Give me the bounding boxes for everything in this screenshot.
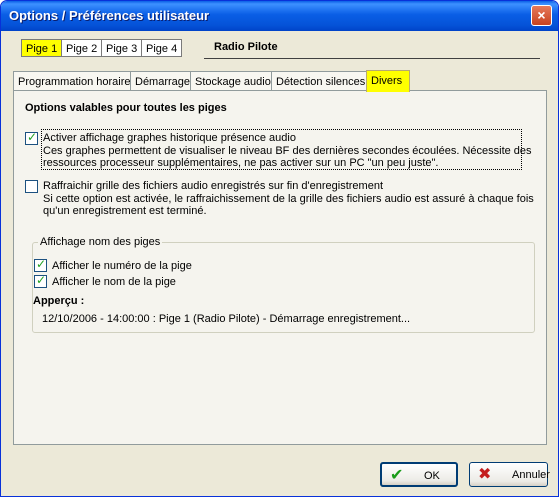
pige-name-underline xyxy=(204,58,540,59)
selected-pige-name: Radio Pilote xyxy=(214,41,278,53)
refresh-grid-desc-line1: Si cette option est activée, le raffraic… xyxy=(43,193,534,205)
close-button[interactable]: × xyxy=(531,5,552,26)
cross-icon: ✖ xyxy=(478,466,492,483)
history-graph-checkbox[interactable]: ✓ xyxy=(25,130,38,145)
group-title: Affichage nom des piges xyxy=(38,236,163,248)
show-pige-number-checkbox[interactable]: ✓ xyxy=(34,257,47,272)
history-graph-desc-line1: Ces graphes permettent de visualiser le … xyxy=(43,145,532,157)
checkmark-icon: ✓ xyxy=(36,273,47,287)
cancel-button[interactable]: ✖ Annuler xyxy=(469,462,550,487)
history-graph-label: Activer affichage graphes historique pré… xyxy=(43,132,296,144)
tab-programmation-horaire[interactable]: Programmation horaire xyxy=(13,71,131,91)
title-bar[interactable]: Options / Préférences utilisateur × xyxy=(1,1,558,31)
window-title: Options / Préférences utilisateur xyxy=(9,8,210,23)
tab-demarrage[interactable]: Démarrage xyxy=(130,71,191,91)
tab-divers[interactable]: Divers xyxy=(366,70,410,92)
refresh-grid-checkbox[interactable] xyxy=(25,180,38,193)
pige-tab-3[interactable]: Pige 3 xyxy=(101,39,143,57)
tab-detection-silences[interactable]: Détection silences xyxy=(271,71,367,91)
checkmark-icon: ✓ xyxy=(36,257,47,271)
show-pige-number-label: Afficher le numéro de la pige xyxy=(52,260,192,272)
options-window: Options / Préférences utilisateur × Pige… xyxy=(0,0,559,497)
show-pige-name-checkbox[interactable]: ✓ xyxy=(34,273,47,288)
pige-tab-4[interactable]: Pige 4 xyxy=(141,39,183,57)
refresh-grid-label: Raffraichir grille des fichiers audio en… xyxy=(43,180,383,192)
divers-panel: Options valables pour toutes les piges ✓… xyxy=(13,90,547,445)
pige-name-display-group: Affichage nom des piges ✓ Afficher le nu… xyxy=(32,236,535,333)
section-title: Options valables pour toutes les piges xyxy=(25,102,227,114)
checkmark-icon: ✔ xyxy=(390,467,404,484)
pige-tab-1[interactable]: Pige 1 xyxy=(21,39,63,57)
ok-button[interactable]: ✔ OK xyxy=(380,462,458,487)
preview-value: 12/10/2006 - 14:00:00 : Pige 1 (Radio Pi… xyxy=(42,313,411,325)
preview-label: Apperçu : xyxy=(33,295,85,307)
close-icon: × xyxy=(537,7,546,23)
refresh-grid-desc-line2: qu'un enregistrement est terminé. xyxy=(43,205,207,217)
show-pige-name-label: Afficher le nom de la pige xyxy=(52,276,176,288)
history-graph-desc-line2: ressources processeur supplémentaires, n… xyxy=(43,157,439,169)
pige-tab-2[interactable]: Pige 2 xyxy=(61,39,103,57)
checkmark-icon: ✓ xyxy=(27,130,38,144)
tab-stockage-audio[interactable]: Stockage audio xyxy=(190,71,272,91)
